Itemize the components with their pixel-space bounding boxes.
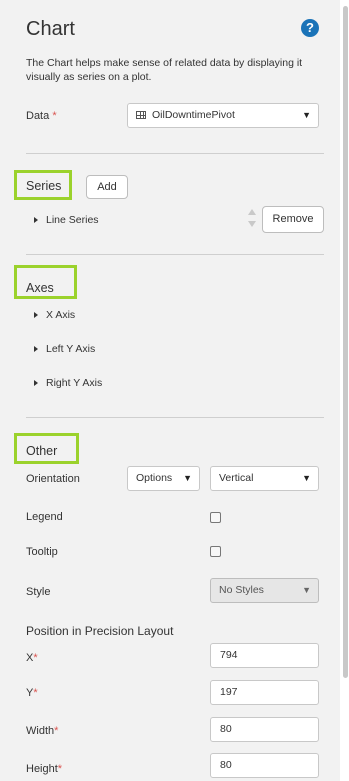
dropdown-arrow-icon: ▼	[302, 110, 311, 120]
x-input[interactable]: 794	[210, 643, 319, 668]
chart-properties-panel: Chart ? The Chart helps make sense of re…	[0, 0, 340, 781]
expand-caret-icon	[34, 217, 38, 223]
expand-caret-icon	[34, 346, 38, 352]
help-icon[interactable]: ?	[301, 19, 319, 37]
series-item-line-series[interactable]: Line Series	[34, 214, 99, 226]
height-label: Height*	[26, 763, 63, 775]
precision-layout-heading: Position in Precision Layout	[26, 624, 174, 638]
series-section-title: Series	[26, 179, 62, 193]
dropdown-arrow-icon: ▼	[302, 585, 311, 595]
width-input[interactable]: 80	[210, 717, 319, 742]
scrollbar-thumb[interactable]	[343, 6, 348, 678]
tooltip-checkbox[interactable]	[210, 546, 221, 557]
legend-label: Legend	[26, 511, 63, 523]
dropdown-arrow-icon: ▼	[183, 473, 192, 483]
width-label: Width*	[26, 725, 59, 737]
legend-checkbox[interactable]	[210, 512, 221, 523]
orientation-mode-select[interactable]: Options ▼	[127, 466, 200, 491]
style-label: Style	[26, 586, 51, 598]
expand-caret-icon	[34, 312, 38, 318]
divider	[26, 417, 324, 418]
divider	[26, 153, 324, 154]
axes-section-title: Axes	[26, 281, 54, 295]
data-label: Data *	[26, 110, 57, 122]
y-label: Y*	[26, 687, 38, 699]
other-section-title: Other	[26, 444, 58, 458]
expand-caret-icon	[34, 380, 38, 386]
panel-title: Chart	[26, 18, 75, 40]
remove-series-button[interactable]: Remove	[262, 206, 324, 233]
axis-item-left-y[interactable]: Left Y Axis	[34, 343, 95, 355]
orientation-value-select[interactable]: Vertical ▼	[210, 466, 319, 491]
height-input[interactable]: 80	[210, 753, 319, 778]
y-input[interactable]: 197	[210, 680, 319, 705]
axis-item-right-y[interactable]: Right Y Axis	[34, 377, 102, 389]
axis-item-x[interactable]: X Axis	[34, 309, 75, 321]
x-label: X*	[26, 652, 38, 664]
orientation-label: Orientation	[26, 473, 80, 485]
dropdown-arrow-icon: ▼	[302, 473, 311, 483]
reorder-arrows-icon[interactable]	[247, 207, 257, 229]
divider	[26, 254, 324, 255]
data-source-select[interactable]: OilDowntimePivot ▼	[127, 103, 319, 128]
data-source-value: OilDowntimePivot	[152, 109, 235, 121]
panel-description: The Chart helps make sense of related da…	[26, 57, 303, 83]
tooltip-label: Tooltip	[26, 546, 58, 558]
table-grid-icon	[136, 111, 146, 119]
style-select: No Styles ▼	[210, 578, 319, 603]
add-series-button[interactable]: Add	[86, 175, 128, 199]
